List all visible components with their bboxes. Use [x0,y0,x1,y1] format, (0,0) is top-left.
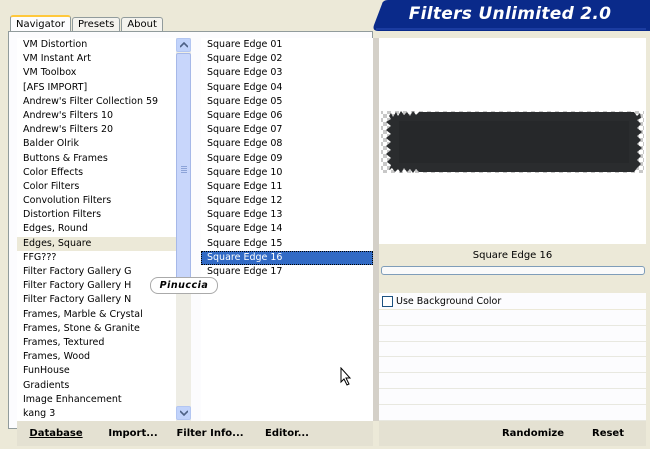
category-item[interactable]: Convolution Filters [17,194,176,208]
tab-presets[interactable]: Presets [71,17,121,32]
preview-area [379,38,646,244]
use-background-checkbox[interactable] [382,296,393,307]
filter-item[interactable]: Square Edge 02 [201,52,373,66]
chevron-up-icon [179,42,188,48]
category-item[interactable]: Frames, Marble & Crystal [17,308,176,322]
tab-bar: Navigator Presets About [10,15,164,32]
category-item[interactable]: Image Enhancement [17,393,176,407]
scroll-up-arrow-icon[interactable] [176,38,191,52]
category-item[interactable]: Andrew's Filters 20 [17,123,176,137]
category-item[interactable]: VM Toolbox [17,66,176,80]
filter-item[interactable]: Square Edge 08 [201,137,373,151]
scroll-thumb[interactable] [176,53,191,289]
filter-item[interactable]: Square Edge 17 [201,265,373,279]
title-banner: Filters Unlimited 2.0 [370,0,650,31]
parameter-row [379,341,646,358]
app-title: Filters Unlimited 2.0 [408,4,612,24]
database-button[interactable]: Database [25,426,87,442]
separator-area [379,277,646,292]
filter-item[interactable]: Square Edge 11 [201,180,373,194]
filter-item[interactable]: Square Edge 10 [201,166,373,180]
filter-item[interactable]: Square Edge 12 [201,194,373,208]
use-background-row: Use Background Color [379,293,646,309]
category-item[interactable]: Frames, Textured [17,336,176,350]
filter-item[interactable]: Square Edge 06 [201,109,373,123]
category-item[interactable]: VM Distortion [17,38,176,52]
mouse-pointer-icon [340,367,352,386]
import-button[interactable]: Import... [105,426,161,442]
category-item[interactable]: kang 3 [17,407,176,421]
reset-button[interactable]: Reset [586,426,630,442]
category-item[interactable]: Color Filters [17,180,176,194]
parameter-row [379,357,646,374]
filter-item[interactable]: Square Edge 01 [201,38,373,52]
category-item[interactable]: Gradients [17,379,176,393]
tab-about[interactable]: About [121,17,163,32]
filter-item[interactable]: Square Edge 05 [201,95,373,109]
category-item[interactable]: Edges, Round [17,222,176,236]
preview-image [381,111,644,173]
filter-item[interactable]: Square Edge 07 [201,123,373,137]
randomize-button[interactable]: Randomize [500,426,566,442]
category-item[interactable]: Filter Factory Gallery N [17,293,176,307]
filter-item[interactable]: Square Edge 03 [201,66,373,80]
tab-navigator[interactable]: Navigator [10,15,71,32]
category-item[interactable]: Frames, Wood [17,350,176,364]
filter-item[interactable]: Square Edge 09 [201,152,373,166]
filter-list[interactable]: Square Edge 01 Square Edge 02 Square Edge … [201,38,373,421]
use-background-label: Use Background Color [396,296,502,307]
filter-item[interactable]: Square Edge 16 [201,250,373,265]
filter-item[interactable]: Square Edge 04 [201,81,373,95]
category-item[interactable]: Andrew's Filter Collection 59 [17,95,176,109]
category-item[interactable]: FFG??? [17,251,176,265]
selected-filter-name: Square Edge 16 [379,244,646,268]
category-item[interactable]: Andrew's Filters 10 [17,109,176,123]
category-item[interactable]: Balder Olrik [17,137,176,151]
filter-item[interactable]: Square Edge 14 [201,222,373,236]
parameter-row [379,325,646,342]
category-item[interactable]: VM Instant Art [17,52,176,66]
chevron-down-icon [179,410,188,416]
progress-bar [381,266,645,275]
parameter-row [379,388,646,405]
category-item[interactable]: Edges, Square [17,236,176,251]
category-list[interactable]: VM Distortion VM Instant Art VM Toolbox [AF… [17,38,176,421]
parameter-row [379,404,646,421]
watermark-label: Pinuccia [150,277,218,294]
category-scrollbar[interactable] [176,38,191,421]
parameter-row [379,310,646,326]
category-item[interactable]: Distortion Filters [17,208,176,222]
category-item[interactable]: FunHouse [17,364,176,378]
category-item[interactable]: [AFS IMPORT] [17,81,176,95]
category-item[interactable]: Filter Factory Gallery G [17,265,176,279]
parameter-area [379,310,646,421]
filter-item[interactable]: Square Edge 15 [201,237,373,251]
category-item[interactable]: Color Effects [17,166,176,180]
category-item[interactable]: Buttons & Frames [17,152,176,166]
category-item[interactable]: Frames, Stone & Granite [17,322,176,336]
filter-info-button[interactable]: Filter Info... [176,426,244,442]
filter-item[interactable]: Square Edge 13 [201,208,373,222]
editor-button[interactable]: Editor... [262,426,312,442]
parameter-row [379,373,646,389]
scroll-down-arrow-icon[interactable] [176,406,191,420]
